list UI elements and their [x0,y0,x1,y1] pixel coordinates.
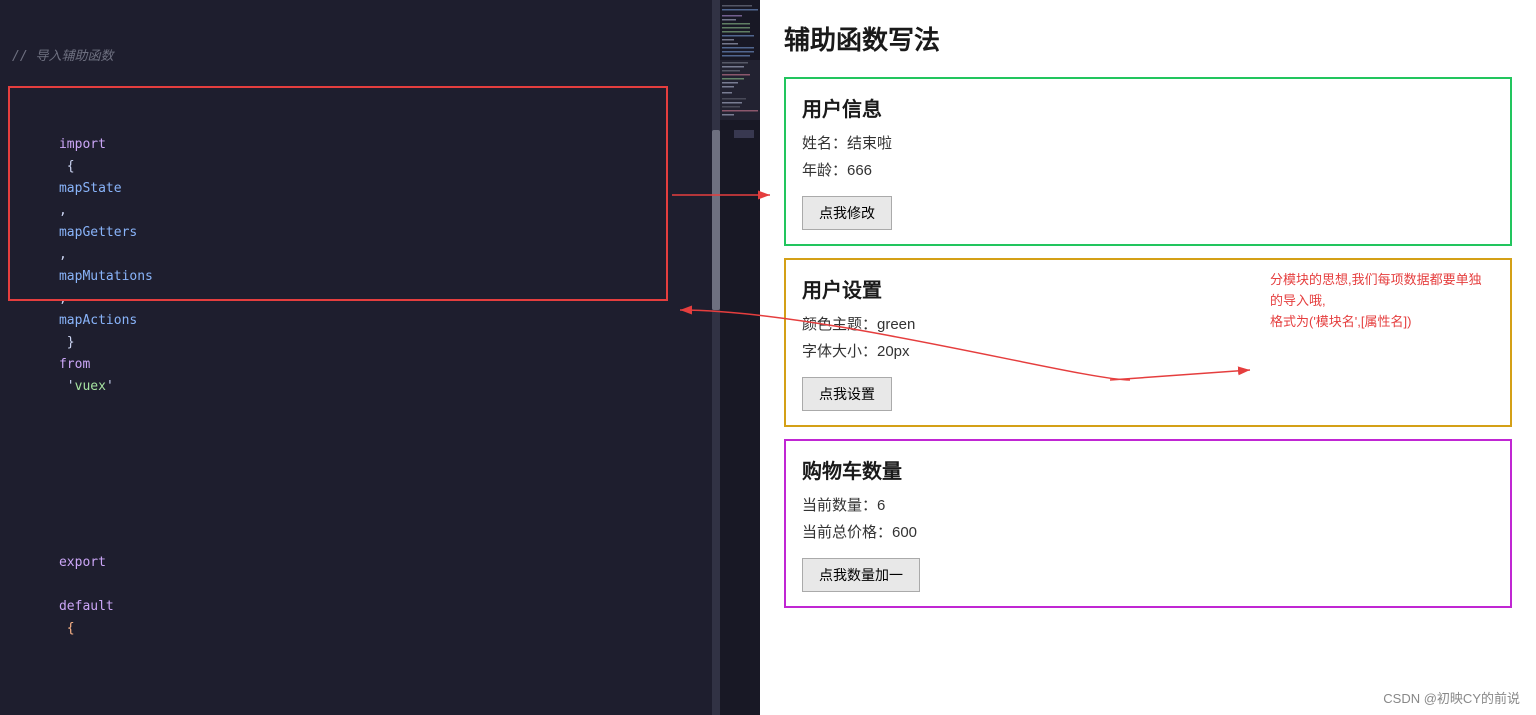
scrollbar-thumb[interactable] [712,130,720,310]
page-title: 辅助函数写法 [760,0,1536,67]
code-editor: // 导入辅助函数 import { mapState , mapGetters… [0,0,760,715]
editor-scrollbar[interactable] [712,0,720,715]
user-info-title: 用户信息 [802,93,1494,122]
blank-line-1 [12,464,710,486]
code-brace-open: { [59,159,82,174]
modify-button[interactable]: 点我修改 [802,196,892,230]
cart-total-row: 当前总价格：600 [802,521,1494,542]
cart-section: 购物车数量 当前数量：6 当前总价格：600 点我数量加一 [784,439,1512,608]
minimap-svg [720,0,760,715]
cart-title: 购物车数量 [802,455,1494,484]
user-settings-section: 用户设置 颜色主题：green 字体大小：20px 点我设置 分模块的思想,我们… [784,258,1512,427]
cart-add-button[interactable]: 点我数量加一 [802,558,920,592]
mapmutations-ref: mapMutations [59,269,153,284]
code-import-line: import { mapState , mapGetters , mapMuta… [12,112,710,420]
mapstate-ref: mapState [59,181,122,196]
user-age-row: 年龄：666 [802,159,1494,180]
export-line: export default { [12,530,710,662]
font-size-row: 字体大小：20px [802,340,1494,361]
annotation-text: 分模块的思想,我们每项数据都要单独的导入哦,格式为('模块名',[属性名]) [1270,270,1490,332]
keyword-import: import [59,137,106,152]
settings-button[interactable]: 点我设置 [802,377,892,411]
minimap [720,0,760,715]
user-name-row: 姓名：结束啦 [802,132,1494,153]
keyword-from: from [59,357,90,372]
mapactions-ref: mapActions [59,313,137,328]
code-comment-import: // 导入辅助函数 [12,46,710,68]
right-panel: 辅助函数写法 用户信息 姓名：结束啦 年龄：666 点我修改 用户设置 颜色主题… [760,0,1536,715]
mapgetters-ref: mapGetters [59,225,137,240]
watermark: CSDN @初映CY的前说 [1383,688,1520,707]
user-info-section: 用户信息 姓名：结束啦 年龄：666 点我修改 [784,77,1512,246]
code-content: // 导入辅助函数 import { mapState , mapGetters… [0,0,760,715]
cart-count-row: 当前数量：6 [802,494,1494,515]
